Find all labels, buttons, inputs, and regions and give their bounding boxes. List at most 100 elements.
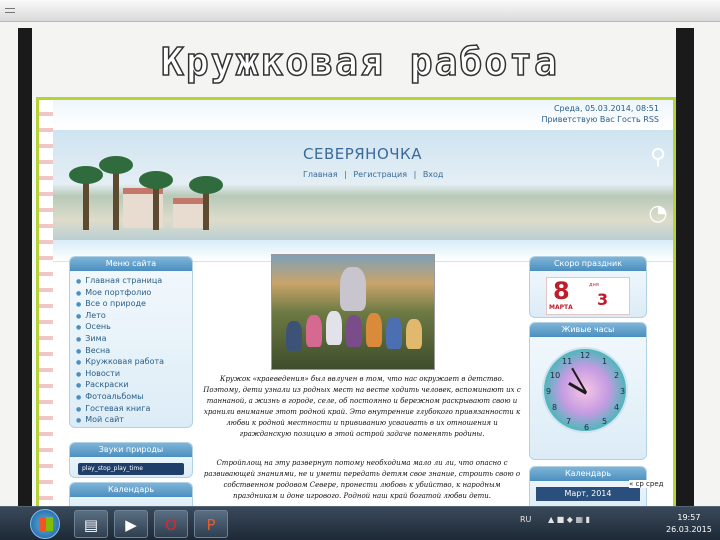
magnifier-icon[interactable]: ⚲ bbox=[640, 140, 676, 176]
refresh-icon[interactable]: ◔ bbox=[640, 196, 676, 232]
clock-number: 2 bbox=[614, 371, 620, 380]
menu-item-home[interactable]: Главная страница bbox=[76, 275, 186, 287]
palm-tree bbox=[189, 176, 223, 230]
holiday-days-count: 3 bbox=[597, 290, 609, 309]
clock-number: 5 bbox=[602, 417, 608, 426]
screen-frame-right bbox=[676, 28, 694, 506]
taskbar-time: 19:57 bbox=[677, 513, 701, 522]
menu-item-coloring[interactable]: Раскраски bbox=[76, 379, 186, 391]
menu-item-winter[interactable]: Зима bbox=[76, 333, 186, 345]
language-indicator[interactable]: RU bbox=[520, 515, 531, 524]
menu-item-autumn[interactable]: Осень bbox=[76, 321, 186, 333]
analog-clock: 12 1 2 3 4 5 6 7 8 9 10 11 bbox=[542, 347, 628, 433]
screen-frame-left bbox=[18, 28, 32, 506]
holiday-month: МАРТА bbox=[549, 304, 573, 311]
photo-child bbox=[286, 321, 302, 351]
menu-item-news[interactable]: Новости bbox=[76, 368, 186, 380]
tray-icons[interactable]: ▲ ■ ◆ ▦ ▮ bbox=[548, 515, 590, 524]
photo-teacher bbox=[340, 267, 366, 311]
photo-child bbox=[386, 317, 402, 349]
children-photo bbox=[271, 254, 435, 370]
banner-building bbox=[173, 198, 203, 228]
taskbar-clock[interactable]: 19:57 26.03.2015 bbox=[666, 512, 712, 536]
nav-home[interactable]: Главная bbox=[303, 170, 338, 179]
devices-icon[interactable]: ▭ bbox=[640, 326, 676, 362]
calendar-side-note: « ср сред bbox=[629, 480, 664, 488]
calendar-title: Календарь bbox=[530, 467, 646, 481]
nav-separator: | bbox=[344, 170, 347, 179]
clock-number: 4 bbox=[614, 403, 620, 412]
menu-panel: Меню сайта Главная страница Мое портфоли… bbox=[69, 256, 193, 428]
menu-handle-icon bbox=[5, 8, 15, 13]
website-screenshot: Среда, 05.03.2014, 08:51 Приветствую Вас… bbox=[36, 97, 676, 509]
calendar-month-bar[interactable]: Март, 2014 bbox=[536, 487, 640, 501]
photo-child bbox=[366, 313, 382, 347]
menu-item-club-work[interactable]: Кружковая работа bbox=[76, 356, 186, 368]
palm-tree bbox=[139, 171, 173, 230]
audio-player[interactable]: play_stop_play_time bbox=[78, 463, 184, 475]
main-content: Кружок «краеведения» был ввлучен в том, … bbox=[197, 246, 527, 506]
opera-icon[interactable]: O bbox=[154, 510, 188, 538]
left-bottom-title: Календарь bbox=[70, 483, 192, 497]
clock-number: 8 bbox=[552, 403, 558, 412]
slide-title: Кружковая работа bbox=[160, 39, 560, 85]
site-banner: СЕВЕРЯНОЧКА Главная | Регистрация | Вход bbox=[53, 130, 673, 250]
clock-number: 11 bbox=[562, 357, 573, 366]
holiday-title: Скоро праздник bbox=[530, 257, 646, 271]
nature-sounds-title: Звуки природы bbox=[70, 443, 192, 457]
menu-item-portfolio[interactable]: Мое портфолио bbox=[76, 287, 186, 299]
date-box: Среда, 05.03.2014, 08:51 Приветствую Вас… bbox=[541, 103, 659, 125]
clock-number: 10 bbox=[550, 371, 561, 380]
clock-title: Живые часы bbox=[530, 323, 646, 337]
nav-register[interactable]: Регистрация bbox=[353, 170, 407, 179]
clock-number: 3 bbox=[620, 387, 626, 396]
content-paragraph-2: Стройплощ на эту развернут потому необхо… bbox=[203, 459, 521, 500]
windows-icon[interactable]: ⊞ bbox=[640, 260, 676, 296]
clock-number: 6 bbox=[584, 423, 590, 432]
menu-item-summer[interactable]: Лето bbox=[76, 310, 186, 322]
clock-number: 1 bbox=[602, 357, 608, 366]
holiday-card: 8 МАРТА 3 дня bbox=[546, 277, 630, 315]
menu-item-guestbook[interactable]: Гостевая книга bbox=[76, 403, 186, 415]
explorer-icon[interactable]: ▤ bbox=[74, 510, 108, 538]
greeting: Приветствую Вас Гость bbox=[541, 115, 641, 124]
nav-separator: | bbox=[413, 170, 417, 179]
nature-sounds-panel: Звуки природы play_stop_play_time bbox=[69, 442, 193, 478]
taskbar-date: 26.03.2015 bbox=[666, 525, 712, 534]
site-topbar: Среда, 05.03.2014, 08:51 Приветствую Вас… bbox=[53, 100, 673, 130]
clock-number: 12 bbox=[580, 351, 591, 360]
powerpoint-icon[interactable]: P bbox=[194, 510, 228, 538]
media-player-icon[interactable]: ▶ bbox=[114, 510, 148, 538]
clock-panel: Живые часы 12 1 2 3 4 5 6 7 8 9 10 11 bbox=[529, 322, 647, 460]
photo-child bbox=[306, 315, 322, 347]
date-line: Среда, 05.03.2014, 08:51 bbox=[553, 104, 659, 113]
windows-logo-icon bbox=[39, 517, 53, 531]
rss-link[interactable]: RSS bbox=[643, 115, 659, 124]
menu-list: Главная страница Мое портфолио Все о при… bbox=[70, 271, 192, 430]
holiday-days-label: дня bbox=[589, 282, 599, 288]
nav-login[interactable]: Вход bbox=[423, 170, 444, 179]
holiday-panel: Скоро праздник 8 МАРТА 3 дня bbox=[529, 256, 647, 318]
calendar-month: Март, 2014 bbox=[564, 489, 612, 498]
holiday-date-8: 8 bbox=[553, 277, 570, 305]
content-paragraph-1: Кружок «краеведения» был ввлучен в том, … bbox=[203, 375, 521, 438]
menu-item-my-site[interactable]: Мой сайт bbox=[76, 414, 186, 426]
site-nav: Главная | Регистрация | Вход bbox=[303, 170, 447, 179]
clock-number: 9 bbox=[546, 387, 552, 396]
photo-child bbox=[346, 315, 362, 347]
clock-number: 7 bbox=[566, 417, 572, 426]
screen-roller bbox=[0, 0, 720, 22]
decorative-border bbox=[39, 100, 53, 506]
left-bottom-panel: Календарь bbox=[69, 482, 193, 506]
taskbar: ▤ ▶ O P RU ▲ ■ ◆ ▦ ▮ 19:57 26.03.2015 bbox=[0, 506, 720, 540]
menu-item-photoalbums[interactable]: Фотоальбомы bbox=[76, 391, 186, 403]
settings-gear-icon[interactable]: ⚙ bbox=[640, 386, 676, 422]
photo-child bbox=[326, 311, 342, 345]
menu-item-spring[interactable]: Весна bbox=[76, 345, 186, 357]
system-tray: RU ▲ ■ ◆ ▦ ▮ bbox=[520, 515, 590, 524]
start-button[interactable] bbox=[30, 509, 60, 539]
site-name: СЕВЕРЯНОЧКА bbox=[303, 145, 422, 163]
photo-child bbox=[406, 319, 422, 349]
palm-tree bbox=[69, 166, 103, 230]
menu-item-nature[interactable]: Все о природе bbox=[76, 298, 186, 310]
